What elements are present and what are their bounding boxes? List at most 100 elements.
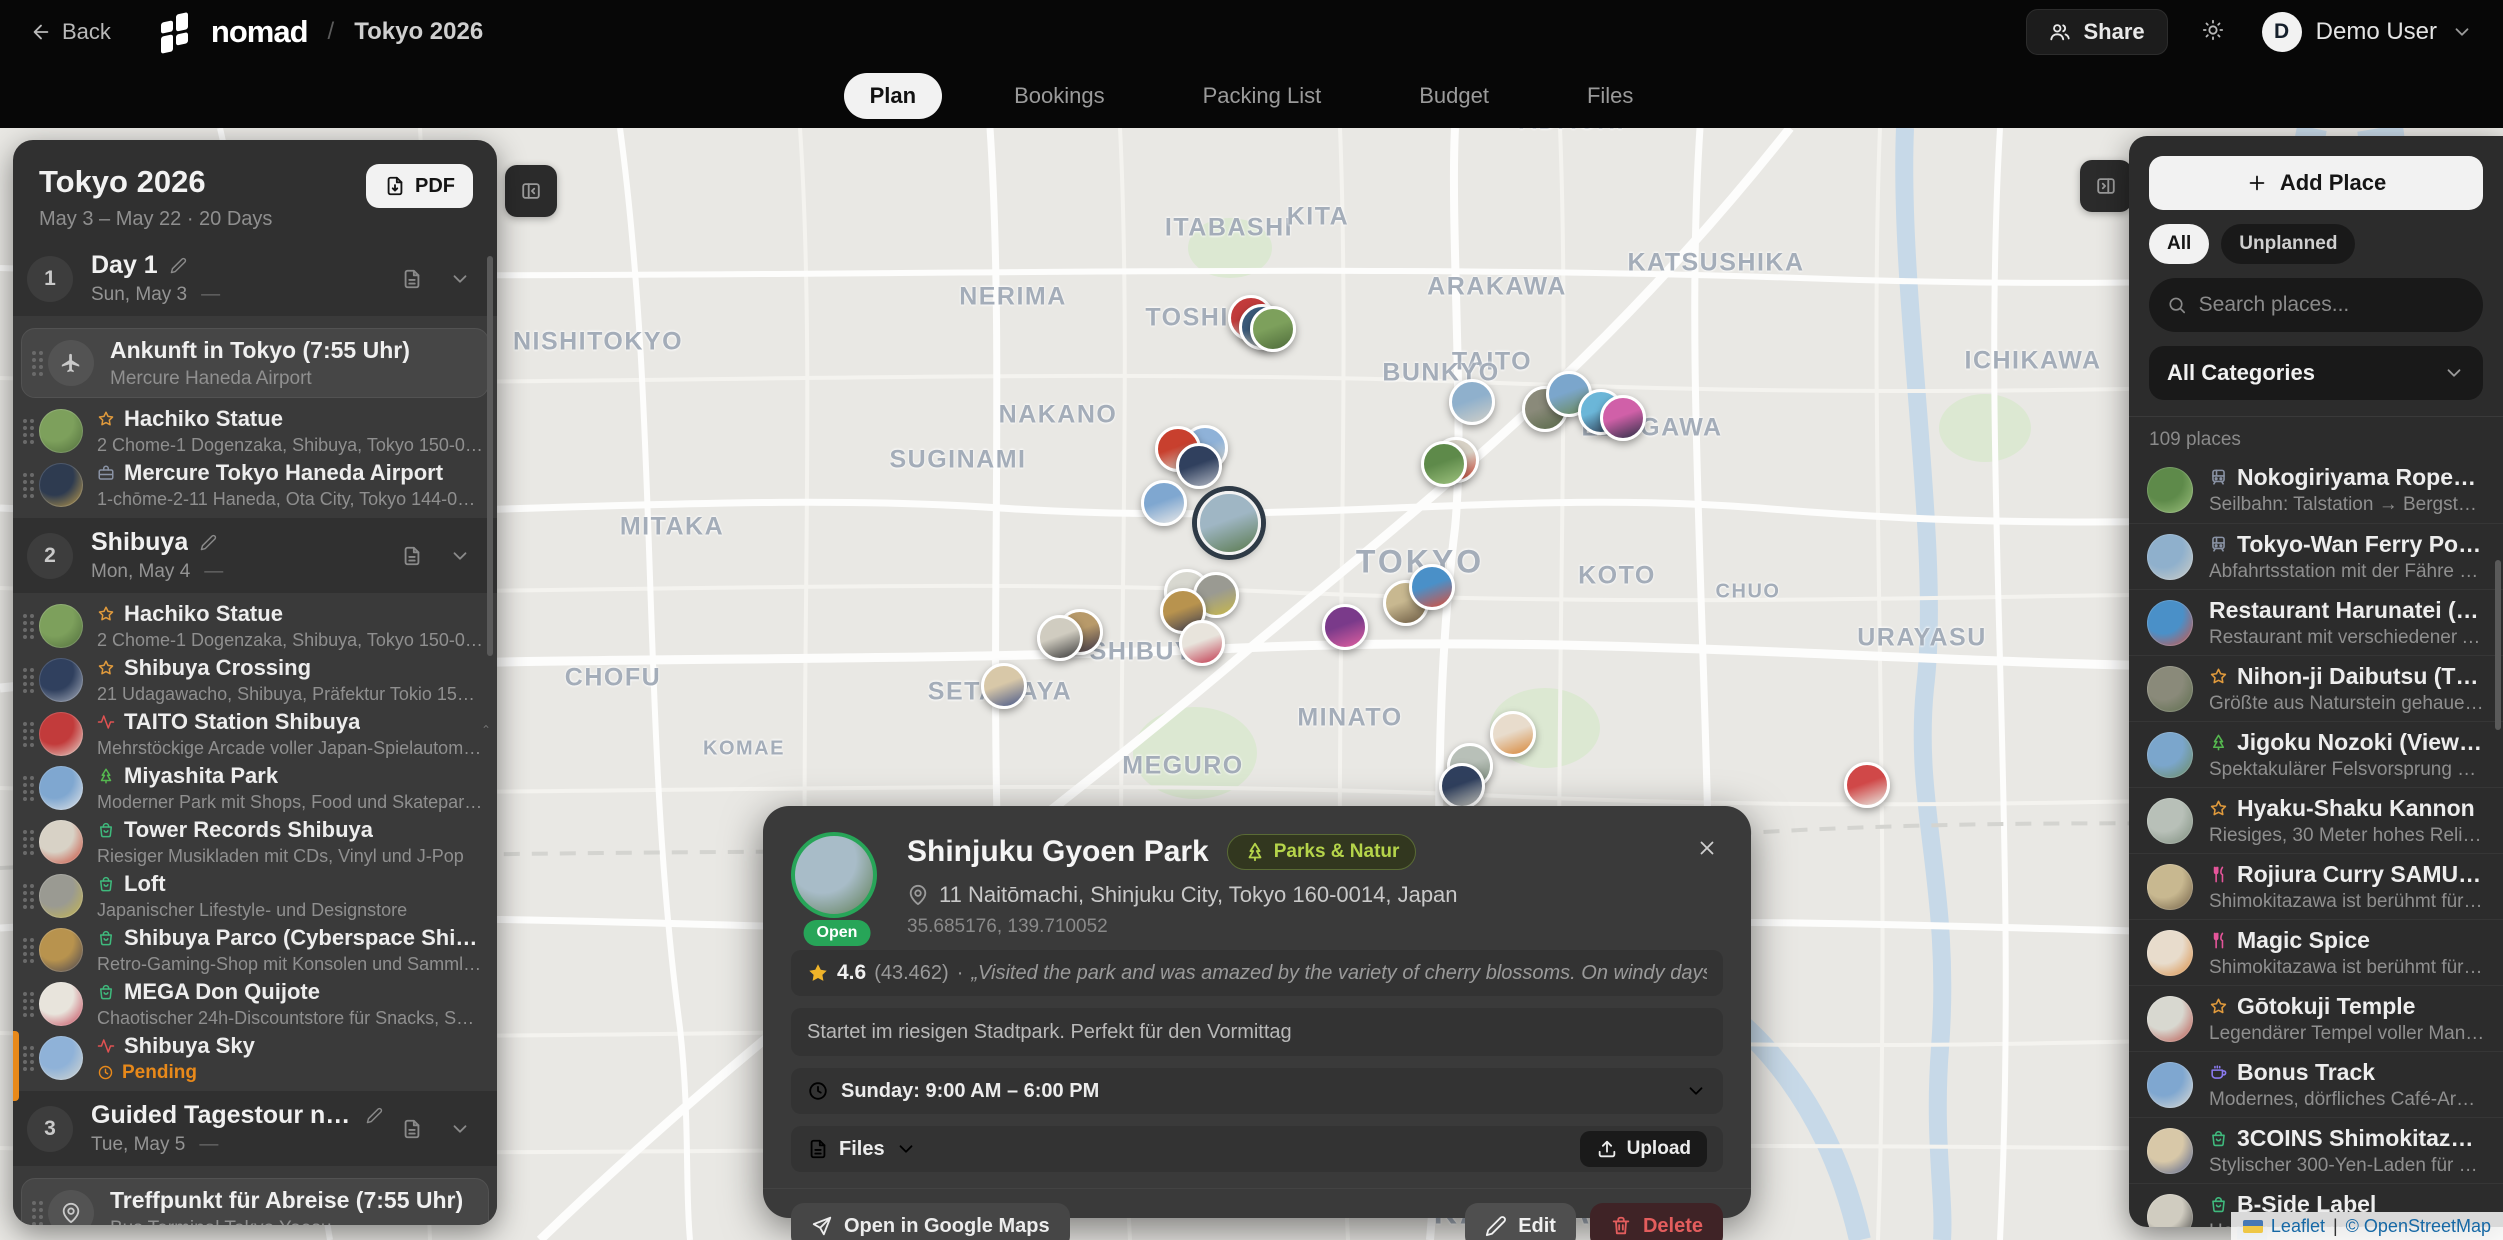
- places-list-item[interactable]: Magic SpiceShimokitazawa ist berühmt für…: [2129, 919, 2503, 985]
- map-marker[interactable]: [1844, 762, 1890, 808]
- map-marker[interactable]: [1322, 604, 1368, 650]
- drag-handle[interactable]: [21, 827, 35, 857]
- share-button[interactable]: Share: [2026, 9, 2167, 55]
- search-places-input[interactable]: [2199, 293, 2465, 317]
- day-header[interactable]: 1Day 1Sun, May 3—: [13, 241, 497, 316]
- place-subtitle: 2 Chome-1 Dogenzaka, Shibuya, Tokyo 150-…: [97, 435, 483, 456]
- itinerary-place-row[interactable]: TAITO Station ShibuyaMehrstöckige Arcade…: [13, 707, 497, 761]
- map-marker[interactable]: [1449, 379, 1495, 425]
- day-header[interactable]: 2ShibuyaMon, May 4—: [13, 518, 497, 593]
- place-title-row: Hyaku-Shaku Kannon: [2209, 795, 2485, 822]
- places-list-item[interactable]: Jigoku Nozoki (View of Hell)Spektakuläre…: [2129, 721, 2503, 787]
- drag-handle[interactable]: [21, 665, 35, 695]
- itinerary-place-row[interactable]: Hachiko Statue2 Chome-1 Dogenzaka, Shibu…: [13, 599, 497, 653]
- collapse-right-panel-button[interactable]: [2080, 160, 2132, 212]
- brand-logo[interactable]: nomad: [159, 12, 308, 52]
- map-marker[interactable]: [1439, 763, 1485, 809]
- map-marker-selected[interactable]: [1197, 491, 1261, 555]
- itinerary-event-card[interactable]: Treffpunkt für Abreise (7:55 Uhr)Bus Ter…: [21, 1178, 489, 1225]
- places-list-item[interactable]: Nokogiriyama Ropeway Sum...Seilbahn: Tal…: [2129, 457, 2503, 523]
- itinerary-place-row[interactable]: Shibuya SkyPending: [13, 1031, 497, 1085]
- places-list-item[interactable]: Nihon-ji Daibutsu (The Great ...Größte a…: [2129, 655, 2503, 721]
- places-list-item[interactable]: Tokyo-Wan Ferry Port Kuriha...Abfahrtsst…: [2129, 523, 2503, 589]
- itinerary-place-row[interactable]: MEGA Don QuijoteChaotischer 24h-Discount…: [13, 977, 497, 1031]
- rating-row[interactable]: 4.6 (43.462) · „Visited the park and was…: [791, 950, 1723, 996]
- files-row[interactable]: Files Upload: [791, 1126, 1723, 1172]
- theme-toggle-button[interactable]: [2202, 19, 2228, 45]
- itinerary-place-row[interactable]: LoftJapanischer Lifestyle- und Designsto…: [13, 869, 497, 923]
- filter-all[interactable]: All: [2149, 224, 2209, 264]
- files-chevron-icon: [895, 1138, 917, 1160]
- user-menu[interactable]: D Demo User: [2262, 12, 2473, 52]
- place-subtitle: Legendärer Tempel voller Maneki-neko (..…: [2209, 1023, 2485, 1045]
- itinerary-place-row[interactable]: Shibuya Parco (Cyberspace Shibuya)Retro-…: [13, 923, 497, 977]
- day-title-row: Day 1: [91, 251, 383, 280]
- back-button[interactable]: Back: [30, 19, 111, 45]
- leaflet-link[interactable]: Leaflet: [2271, 1216, 2325, 1237]
- itinerary-place-row[interactable]: Shibuya Crossing21 Udagawacho, Shibuya, …: [13, 653, 497, 707]
- map-marker[interactable]: [1037, 615, 1083, 661]
- close-detail-button[interactable]: [1687, 828, 1727, 868]
- tab-packing-list[interactable]: Packing List: [1177, 73, 1348, 119]
- map-marker[interactable]: [1141, 480, 1187, 526]
- drag-handle[interactable]: [21, 611, 35, 641]
- map-marker[interactable]: [1490, 711, 1536, 757]
- place-note-field[interactable]: Startet im riesigen Stadtpark. Perfekt f…: [791, 1008, 1723, 1056]
- places-list-item[interactable]: Hyaku-Shaku KannonRiesiges, 30 Meter hoh…: [2129, 787, 2503, 853]
- open-google-maps-button[interactable]: Open in Google Maps: [791, 1203, 1070, 1240]
- itinerary-place-row[interactable]: Hachiko Statue2 Chome-1 Dogenzaka, Shibu…: [13, 404, 497, 458]
- drag-handle[interactable]: [21, 989, 35, 1019]
- drag-handle[interactable]: [30, 348, 44, 378]
- edit-place-button[interactable]: Edit: [1465, 1203, 1576, 1240]
- places-list-item[interactable]: Gōtokuji TempleLegendärer Tempel voller …: [2129, 985, 2503, 1051]
- itinerary-place-row[interactable]: Mercure Tokyo Haneda Airport1-chōme-2-11…: [13, 458, 497, 512]
- drag-handle[interactable]: [21, 470, 35, 500]
- drag-handle[interactable]: [21, 773, 35, 803]
- places-list-item[interactable]: Bonus TrackModernes, dörfliches Café-Are…: [2129, 1051, 2503, 1117]
- places-scrollbar[interactable]: [2495, 560, 2501, 730]
- drag-handle[interactable]: [21, 881, 35, 911]
- tab-bookings[interactable]: Bookings: [988, 73, 1131, 119]
- tab-plan[interactable]: Plan: [844, 73, 942, 119]
- drag-handle[interactable]: [21, 1043, 35, 1073]
- filter-unplanned[interactable]: Unplanned: [2221, 224, 2355, 264]
- map-marker[interactable]: [1409, 564, 1455, 610]
- places-list-item[interactable]: 3COINS ShimokitazawaStylischer 300-Yen-L…: [2129, 1117, 2503, 1183]
- itinerary-event-card[interactable]: Ankunft in Tokyo (7:55 Uhr)Mercure Haned…: [21, 328, 489, 398]
- place-title: Mercure Tokyo Haneda Airport: [124, 460, 443, 486]
- drag-handle[interactable]: [21, 719, 35, 749]
- map-marker[interactable]: [1421, 441, 1467, 487]
- day-header[interactable]: 3Guided Tagestour nach NikkōTue, May 5—: [13, 1091, 497, 1166]
- tab-budget[interactable]: Budget: [1393, 73, 1515, 119]
- place-subtitle: Mehrstöckige Arcade voller Japan-Spielau…: [97, 738, 483, 759]
- place-title-row: Nokogiriyama Ropeway Sum...: [2209, 464, 2485, 491]
- collapse-left-panel-button[interactable]: [505, 165, 557, 217]
- place-texts: Shibuya SkyPending: [97, 1033, 483, 1084]
- opening-hours-row[interactable]: Sunday: 9:00 AM – 6:00 PM: [791, 1068, 1723, 1114]
- export-pdf-button[interactable]: PDF: [366, 164, 473, 208]
- add-place-button[interactable]: Add Place: [2149, 156, 2483, 210]
- map-marker[interactable]: [1179, 620, 1225, 666]
- bag-icon: [97, 983, 115, 1001]
- drag-handle[interactable]: [21, 935, 35, 965]
- upload-button[interactable]: Upload: [1580, 1131, 1707, 1167]
- itinerary-scrollbar[interactable]: [486, 236, 494, 1217]
- osm-link[interactable]: © OpenStreetMap: [2346, 1216, 2491, 1237]
- map-marker[interactable]: [981, 663, 1027, 709]
- places-list-item[interactable]: Rojiura Curry SAMURAI. Shim...Shimokitaz…: [2129, 853, 2503, 919]
- place-title-row: Hachiko Statue: [97, 601, 483, 627]
- itinerary-place-row[interactable]: Tower Records ShibuyaRiesiger Musikladen…: [13, 815, 497, 869]
- drag-handle[interactable]: [30, 1198, 44, 1225]
- category-dropdown-label: All Categories: [2167, 360, 2443, 386]
- place-texts: Shibuya Parco (Cyberspace Shibuya)Retro-…: [97, 925, 483, 975]
- place-texts: Miyashita ParkModerner Park mit Shops, F…: [97, 763, 483, 813]
- drag-handle[interactable]: [21, 416, 35, 446]
- map-marker[interactable]: [1176, 443, 1222, 489]
- places-list-item[interactable]: Restaurant Harunatei (Kanaya Po...Restau…: [2129, 589, 2503, 655]
- delete-place-button[interactable]: Delete: [1590, 1203, 1723, 1240]
- map-marker[interactable]: [1250, 306, 1296, 352]
- category-dropdown[interactable]: All Categories: [2149, 346, 2483, 400]
- itinerary-place-row[interactable]: Miyashita ParkModerner Park mit Shops, F…: [13, 761, 497, 815]
- tab-files[interactable]: Files: [1561, 73, 1659, 119]
- map-marker[interactable]: [1600, 395, 1646, 441]
